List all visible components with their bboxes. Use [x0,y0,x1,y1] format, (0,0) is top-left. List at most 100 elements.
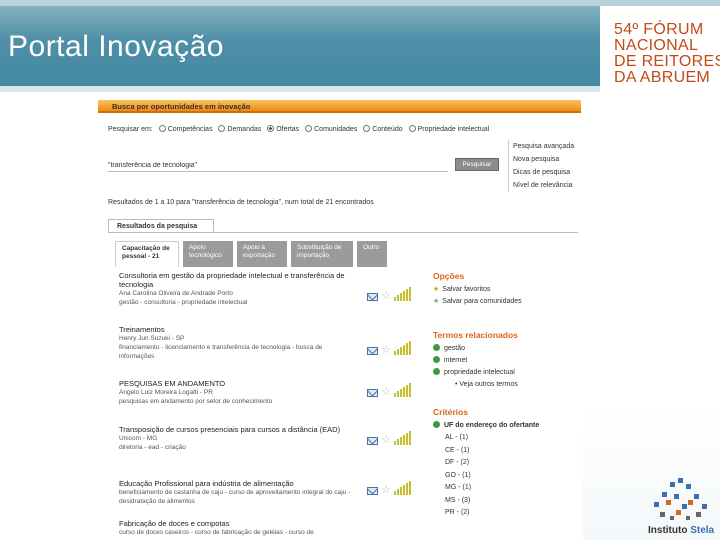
radio-label: Demandas [227,126,262,133]
radio-propriedade[interactable] [408,125,416,132]
link-relevance[interactable]: Nível de relevância [513,179,574,192]
list-item: Transposição de cursos presenciais para … [119,425,431,479]
search-input[interactable] [108,160,448,172]
option-save-favorites[interactable]: ★ Salvar favoritos [433,284,583,296]
tab-label: Apoio à [243,244,266,251]
result-actions: ☆ [367,383,411,398]
tab-label: Outro [363,244,380,251]
category-tabs: Capacitação de pessoal - 21 Apoio tecnol… [115,241,387,267]
star-icon[interactable]: ☆ [381,345,391,356]
slide-title: Portal Inovação [8,30,224,63]
criteria-group[interactable]: UF do endereço do ofertante [433,420,583,432]
options-heading: Opções [433,271,465,281]
term-label: internet [444,357,468,364]
star-icon[interactable]: ☆ [381,387,391,398]
tab-label: exportação [243,252,276,259]
stela-word: Instituto [648,525,688,536]
mail-icon[interactable] [367,437,378,445]
criteria-label: UF do endereço do ofertante [444,422,540,429]
tab-outro[interactable]: Outro [357,241,387,267]
option-label: Salvar favoritos [442,286,491,293]
criteria-list: AL - (1) CE - (1) DF - (2) GO - (1) MG -… [433,432,583,520]
criteria-item[interactable]: GO - (1) [445,470,583,483]
result-tags: beneficiamento de castanha de caju - cur… [119,489,351,505]
radio-competencias[interactable] [158,125,166,132]
forum-logo-line: 54º FÓRUM [614,21,704,38]
result-title[interactable]: Educação Profissional para indústria de … [119,479,359,488]
tab-label: importação [297,252,330,259]
tab-label: pessoal - 21 [122,253,160,260]
link-advanced-search[interactable]: Pesquisa avançada [513,140,574,153]
radio-label: Ofertas [276,126,300,133]
criteria-item[interactable]: DF - (2) [445,457,583,470]
relevance-bars-icon [393,341,411,355]
radio-ofertas[interactable] [267,125,275,132]
mail-icon[interactable] [367,389,378,397]
results-sidebar: Opções ★ Salvar favoritos ★ Salvar para co… [433,271,583,520]
relevance-bars-icon [393,287,411,301]
relevance-bars-icon [393,481,411,495]
result-tags: financiamento - licenciamento e transfer… [119,344,323,360]
add-icon [433,368,440,375]
criteria-item[interactable]: PR - (2) [445,507,583,520]
stela-word: Stela [690,525,715,536]
relevance-bars-icon [393,431,411,445]
star-icon[interactable]: ☆ [381,291,391,302]
result-title[interactable]: Treinamentos [119,325,359,334]
star-icon: ★ [433,286,440,293]
list-item: Treinamentos Henry Jun Suzuki - SP finan… [119,325,431,379]
criteria-item[interactable]: MS - (3) [445,495,583,508]
result-tags: pesquisas em andamento por setor de conh… [119,398,273,405]
results-count: Resultados de 1 a 10 para "transferência… [108,199,374,206]
related-heading: Termos relacionados [433,330,518,340]
tab-substituicao[interactable]: Substituição de importação [291,241,353,267]
tab-apoio-tecnologico[interactable]: Apoio tecnológico [183,241,233,267]
stela-logo-text: Instituto Stela [648,525,714,536]
criteria-item[interactable]: AL - (1) [445,432,583,445]
result-title[interactable]: Consultoria em gestão da propriedade int… [119,271,359,289]
result-tags: gestão - consultoria - propriedade intel… [119,299,248,306]
collapse-icon [433,421,440,428]
more-terms-link[interactable]: • Veja outros termos [433,379,583,391]
result-author: Henry Jun Suzuki - SP [119,335,185,342]
add-icon [433,356,440,363]
criteria-item[interactable]: MG - (1) [445,482,583,495]
related-term[interactable]: gestão [433,343,583,355]
tab-apoio-exportacao[interactable]: Apoio à exportação [237,241,287,267]
header-band-bottom [0,86,600,92]
criteria-item[interactable]: CE - (1) [445,445,583,458]
search-bar-title: Busca por oportunidades em inovação [98,100,581,113]
search-button[interactable]: Pesquisar [455,158,499,171]
option-save-communities[interactable]: ★ Salvar para comunidades [433,296,583,308]
result-actions: ☆ [367,481,411,496]
star-icon: ★ [433,298,440,305]
link-new-search[interactable]: Nova pesquisa [513,153,574,166]
result-title[interactable]: Fabricação de doces e compotas [119,519,359,528]
mail-icon[interactable] [367,347,378,355]
forum-logo-line: DE REITORES [614,53,720,70]
list-item: PESQUISAS EM ANDAMENTO Angelo Luiz Morei… [119,379,431,425]
link-search-tips[interactable]: Dicas de pesquisa [513,166,574,179]
tab-capacitacao[interactable]: Capacitação de pessoal - 21 [115,241,179,267]
forum-logo-line: DA ABRUEM [614,69,711,86]
radio-label: Propriedade intelectual [417,126,490,133]
add-icon [433,344,440,351]
star-icon[interactable]: ☆ [381,485,391,496]
result-tags: curso de doces caseiros - curso de fabri… [119,529,314,536]
radio-conteudo[interactable] [363,125,371,132]
result-title[interactable]: Transposição de cursos presenciais para … [119,425,359,434]
mail-icon[interactable] [367,487,378,495]
mail-icon[interactable] [367,293,378,301]
radio-comunidades[interactable] [305,125,313,132]
result-title[interactable]: PESQUISAS EM ANDAMENTO [119,379,359,388]
star-icon[interactable]: ☆ [381,435,391,446]
related-term[interactable]: internet [433,355,583,367]
related-term[interactable]: propriedade intelectual [433,367,583,379]
results-list: Consultoria em gestão da propriedade int… [119,271,431,540]
radio-label: Competências [167,126,213,133]
slide: Portal Inovação 54º FÓRUM NACIONAL DE RE… [0,0,720,540]
tab-results[interactable]: Resultados da pesquisa [108,219,214,233]
radio-demandas[interactable] [218,125,226,132]
result-tags: diretoria - ead - criação [119,444,186,451]
header-top-line [0,0,720,6]
